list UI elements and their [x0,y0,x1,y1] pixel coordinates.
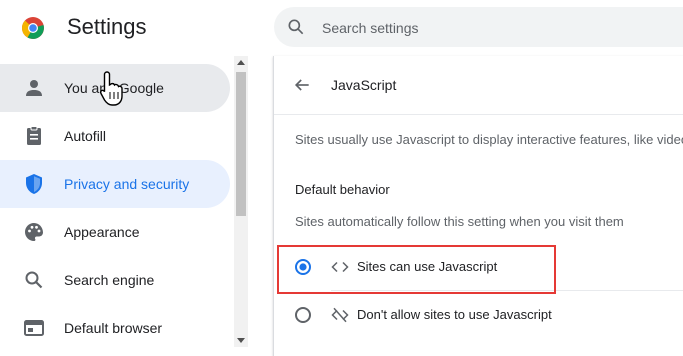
page-title: JavaScript [331,77,397,93]
section-heading: Default behavior [295,182,390,197]
sidebar-item-label: Privacy and security [64,176,190,192]
scroll-down-arrow-icon[interactable] [237,338,245,343]
palette-icon [25,223,43,241]
sidebar-item-label: Autofill [64,128,107,144]
search-box[interactable] [274,7,683,49]
sidebar-item-search-engine[interactable]: Search engine [0,256,230,304]
browser-window-icon [24,320,44,336]
top-bar: Settings [0,0,683,56]
sidebar-item-appearance[interactable]: Appearance [0,208,230,256]
radio-unselected-icon[interactable] [295,307,311,323]
clipboard-icon [27,126,41,145]
section-subheading: Sites automatically follow this setting … [295,214,624,229]
person-icon [26,80,42,96]
option-block-javascript[interactable]: Don't allow sites to use Javascript [274,293,683,337]
scroll-up-arrow-icon[interactable] [237,60,245,65]
shield-icon [26,174,42,194]
sidebar-item-privacy-and-security[interactable]: Privacy and security [0,160,230,208]
code-off-icon [331,307,349,323]
app-title: Settings [67,14,147,39]
hand-cursor-icon [99,71,123,106]
search-icon [288,19,304,35]
back-arrow-icon[interactable] [292,75,312,95]
sidebar-item-label: Search engine [64,272,155,288]
sidebar-item-default-browser[interactable]: Default browser [0,304,230,352]
option-label: Don't allow sites to use Javascript [357,307,552,322]
divider [274,114,683,115]
page-description: Sites usually use Javascript to display … [295,132,683,147]
search-icon [25,271,43,289]
highlight-annotation [277,245,556,294]
sidebar-scrollbar[interactable] [234,56,248,347]
sidebar-item-autofill[interactable]: Autofill [0,112,230,160]
scroll-thumb[interactable] [236,72,246,216]
sidebar-item-label: Default browser [64,320,163,336]
search-input[interactable] [320,7,683,49]
sidebar-item-label: Appearance [64,224,140,240]
javascript-settings-card: JavaScript Sites usually use Javascript … [273,56,683,356]
chrome-logo-icon [22,17,44,39]
